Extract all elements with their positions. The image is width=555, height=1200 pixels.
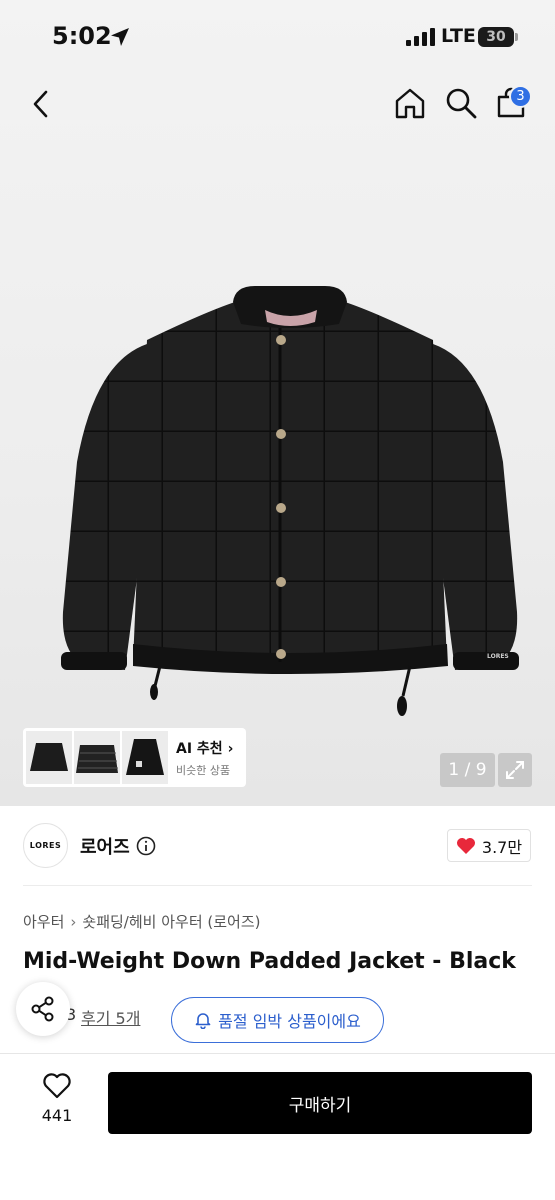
battery-cap [515, 33, 518, 41]
cellular-signal-icon [406, 28, 435, 46]
heart-outline-icon [43, 1073, 71, 1099]
cart-count-badge: 3 [509, 85, 532, 108]
info-icon[interactable] [136, 836, 156, 856]
thumbnail-3[interactable] [122, 731, 168, 784]
location-arrow-icon [111, 28, 129, 46]
ai-recommend-title: AI 추천 [176, 740, 223, 757]
bell-icon [195, 1013, 211, 1029]
ai-recommend-strip[interactable]: AI 추천 › 비슷한 상품 [23, 728, 246, 787]
chevron-right-icon: › [70, 912, 77, 931]
jacket-product-image: LORES [61, 286, 519, 716]
ai-recommend-subtitle: 비슷한 상품 [176, 763, 231, 777]
home-icon[interactable] [393, 86, 427, 120]
brand-like-button[interactable]: 3.7만 [447, 829, 531, 862]
chevron-right-icon: › [227, 740, 234, 757]
product-image-gallery[interactable]: 5:02 LTE 30 3 LORES AI 추천 › 비슷한 상품 1 / 9 [0, 0, 555, 806]
wishlist-button[interactable]: 441 [32, 1072, 82, 1125]
review-count-link[interactable]: 후기 5개 [81, 1005, 140, 1029]
breadcrumb-level-1[interactable]: 아우터 [23, 911, 64, 932]
ai-recommend-label[interactable]: AI 추천 › 비슷한 상품 [176, 738, 233, 778]
share-button[interactable] [16, 982, 70, 1036]
status-bar: 5:02 LTE 30 [0, 0, 555, 74]
status-time: 5:02 [52, 22, 112, 50]
image-counter: 1 / 9 [440, 753, 495, 787]
wishlist-count: 441 [41, 1106, 73, 1125]
bottom-bar-divider [0, 1053, 555, 1054]
breadcrumb-level-2[interactable]: 숏패딩/헤비 아우터 (로어즈) [82, 911, 260, 932]
breadcrumb: 아우터 › 숏패딩/헤비 아우터 (로어즈) [23, 911, 261, 932]
expand-icon [506, 761, 524, 779]
divider [23, 885, 532, 886]
battery-icon: 30 [478, 27, 514, 47]
search-icon[interactable] [444, 86, 478, 120]
thumbnail-1[interactable] [26, 731, 72, 784]
brand-name[interactable]: 로어즈 [80, 833, 130, 859]
product-title: Mid-Weight Down Padded Jacket - Black [23, 949, 516, 974]
share-icon [31, 996, 54, 1022]
network-type: LTE [441, 25, 476, 47]
jacket-logo-text: LORES [487, 653, 509, 660]
brand-like-count: 3.7만 [481, 837, 523, 857]
expand-button[interactable] [498, 753, 532, 787]
back-arrow-icon[interactable] [26, 88, 58, 120]
brand-logo[interactable]: LORES [23, 823, 68, 868]
heart-filled-icon [456, 837, 475, 854]
thumbnail-2[interactable] [74, 731, 120, 784]
buy-button[interactable]: 구매하기 [108, 1072, 532, 1134]
low-stock-text: 품절 임박 상품이에요 [218, 1012, 361, 1031]
low-stock-chip: 품절 임박 상품이에요 [171, 997, 384, 1043]
